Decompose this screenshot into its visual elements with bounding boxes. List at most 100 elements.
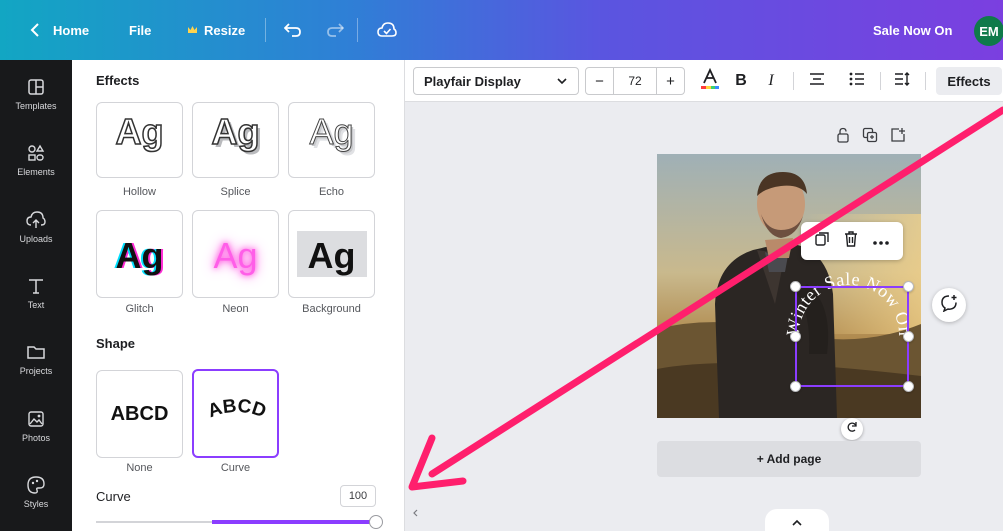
bold-button[interactable]: B (730, 67, 752, 95)
effect-card-echo[interactable]: Ag (288, 102, 375, 178)
spacing-button[interactable] (890, 67, 914, 95)
home-label: Home (53, 22, 90, 38)
italic-button[interactable]: I (760, 67, 782, 95)
rail-label: Styles (23, 499, 49, 509)
add-page-button[interactable]: + Add page (657, 441, 921, 477)
effect-card-background[interactable]: Ag (288, 210, 375, 298)
top-bar: Home File Resize Sale Now On EM (0, 0, 1003, 60)
effect-preview: Ag (307, 235, 356, 276)
align-button[interactable] (805, 67, 829, 95)
effect-preview: Ag (115, 235, 164, 276)
rail-label: Uploads (19, 234, 53, 244)
rail-label: Elements (17, 167, 55, 177)
scroll-left-icon[interactable] (411, 508, 421, 518)
panel-title: Effects (96, 73, 140, 88)
file-menu[interactable]: File (129, 0, 151, 60)
curve-slider-fill (212, 520, 376, 524)
rail-item-uploads[interactable]: Uploads (0, 197, 72, 257)
curve-slider-thumb[interactable] (369, 515, 383, 529)
save-status-button[interactable] (377, 0, 397, 60)
add-page-icon[interactable] (890, 127, 906, 148)
editor-window: Home File Resize Sale Now On EM Template… (0, 0, 1003, 531)
curve-label: Curve (96, 489, 131, 504)
copy-icon[interactable] (814, 231, 829, 251)
resize-label: Resize (204, 22, 246, 38)
upload-cloud-icon (26, 210, 46, 230)
effect-label: Hollow (122, 186, 156, 198)
rail-label: Templates (15, 101, 57, 111)
resize-handle[interactable] (903, 381, 914, 392)
trash-icon[interactable] (844, 230, 858, 252)
horizontal-scrollbar[interactable] (405, 500, 1003, 531)
effect-card-neon[interactable]: Ag (192, 210, 279, 298)
resize-handle[interactable] (790, 381, 801, 392)
shape-preview: ABCD (110, 403, 169, 425)
align-center-icon (809, 72, 825, 91)
shape-card-none[interactable]: ABCD (96, 370, 183, 458)
lock-icon[interactable] (836, 127, 850, 148)
comment-add-icon (940, 294, 958, 317)
cloud-check-icon (377, 22, 397, 38)
effect-label: Glitch (125, 303, 154, 315)
redo-button[interactable] (326, 0, 344, 60)
effect-card-glitch[interactable]: Ag (96, 210, 183, 298)
back-home-button[interactable]: Home (30, 0, 89, 60)
selection-box[interactable] (795, 286, 909, 387)
text-icon (26, 276, 46, 296)
text-color-icon (700, 67, 720, 95)
resize-handle[interactable] (903, 331, 914, 342)
templates-icon (26, 77, 46, 97)
topbar-divider (265, 18, 266, 42)
resize-handle[interactable] (790, 331, 801, 342)
effect-preview: Ag (213, 235, 258, 276)
rail-item-elements[interactable]: Elements (0, 130, 72, 190)
decrease-size-button[interactable]: − (586, 68, 614, 94)
effect-preview: Ag (211, 110, 261, 153)
shape-section-title: Shape (96, 336, 136, 351)
effect-preview: Ag (115, 110, 165, 153)
shape-card-curve[interactable]: ABCD (192, 369, 279, 458)
effect-card-splice[interactable]: Ag (192, 102, 279, 178)
shape-preview-curve: ABCD (205, 396, 269, 423)
topbar-divider (357, 18, 358, 42)
resize-handle[interactable] (790, 281, 801, 292)
rail-item-templates[interactable]: Templates (0, 64, 72, 124)
effects-button[interactable]: Effects (936, 67, 1002, 95)
page-tools (836, 127, 906, 148)
element-float-menu (801, 222, 903, 260)
effect-card-hollow[interactable]: Ag (96, 102, 183, 178)
rail-label: Projects (19, 366, 53, 376)
rail-item-photos[interactable]: Photos (0, 396, 72, 456)
rotate-icon (846, 420, 858, 438)
text-color-button[interactable] (697, 67, 723, 95)
chevron-left-icon (30, 23, 40, 37)
rail-item-text[interactable]: Text (0, 263, 72, 323)
pages-drawer-toggle[interactable] (765, 509, 829, 531)
effect-label: Echo (318, 186, 345, 198)
undo-button[interactable] (284, 0, 302, 60)
duplicate-icon[interactable] (862, 127, 878, 148)
rotate-handle[interactable] (841, 418, 863, 440)
text-toolbar: Playfair Display − 72 + B I Effects (405, 60, 1003, 102)
svg-text:ABCD: ABCD (205, 396, 269, 423)
shape-label: Curve (220, 462, 251, 474)
chevron-up-icon (792, 513, 802, 531)
resize-button[interactable]: Resize (187, 0, 245, 60)
font-size-input[interactable]: 72 (614, 68, 656, 94)
list-button[interactable] (845, 67, 869, 95)
undo-icon (284, 23, 302, 37)
rail-item-styles[interactable]: Styles (0, 462, 72, 522)
increase-size-button[interactable]: + (656, 68, 684, 94)
design-title[interactable]: Sale Now On (873, 0, 952, 60)
curve-value-input[interactable]: 100 (340, 485, 376, 507)
font-family-select[interactable]: Playfair Display (413, 67, 579, 95)
toolbar-divider (925, 72, 926, 90)
more-icon[interactable] (873, 232, 890, 250)
elements-icon (26, 143, 46, 163)
rail-label: Text (27, 300, 45, 310)
resize-handle[interactable] (903, 281, 914, 292)
rail-item-projects[interactable]: Projects (0, 329, 72, 389)
add-comment-button[interactable] (932, 288, 966, 322)
avatar[interactable]: EM (974, 16, 1003, 46)
palette-icon (26, 475, 46, 495)
